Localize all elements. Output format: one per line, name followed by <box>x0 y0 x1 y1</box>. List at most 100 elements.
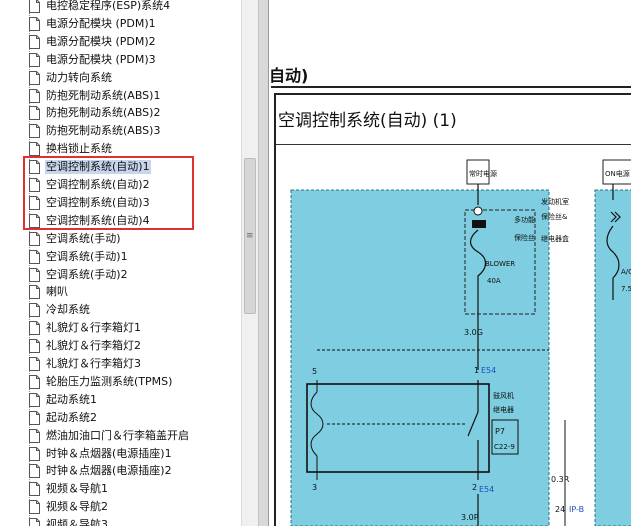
tree-item-label: 防抱死制动系统(ABS)3 <box>46 124 161 138</box>
on-power-region <box>594 189 631 526</box>
blower-fuse-amp: 40A <box>487 277 501 285</box>
document-icon <box>29 70 40 85</box>
tree-item-label: 喇叭 <box>46 285 68 299</box>
tree-item[interactable]: 视频＆导航3 <box>0 516 241 526</box>
tree-item[interactable]: 视频＆导航2 <box>0 498 241 516</box>
document-icon <box>29 0 40 13</box>
document-icon <box>29 518 40 526</box>
tree-item-label: 电控稳定程序(ESP)系统4 <box>46 0 171 12</box>
relay-name-1: 鼓风机 <box>493 391 514 400</box>
tree-item[interactable]: 时钟＆点烟器(电源插座)1 <box>0 445 241 463</box>
fuse-terminal <box>472 220 486 228</box>
document-icon <box>29 285 40 300</box>
tree-item-label: 电源分配模块 (PDM)3 <box>46 52 156 66</box>
document-icon <box>29 446 40 461</box>
document-icon <box>29 339 40 354</box>
document-icon <box>29 500 40 515</box>
tree-item-label: 时钟＆点烟器(电源插座)2 <box>46 464 172 478</box>
document-icon <box>29 482 40 497</box>
tree-item[interactable]: 空调系统(手动)2 <box>0 266 241 284</box>
tree-item[interactable]: 礼貌灯＆行李箱灯2 <box>0 337 241 355</box>
right-fuse-amp: 7.5 <box>621 285 631 293</box>
hot-power-region <box>290 189 550 526</box>
connector-e54-top: E54 <box>481 366 496 375</box>
relay-name-2: 继电器 <box>493 405 514 414</box>
tree-item[interactable]: 轮胎压力监测系统(TPMS) <box>0 373 241 391</box>
tree-item[interactable]: 电控稳定程序(ESP)系统4 <box>0 0 241 15</box>
tree-item[interactable]: 礼貌灯＆行李箱灯3 <box>0 355 241 373</box>
tree-item[interactable]: 动力转向系统 <box>0 69 241 87</box>
tree-item[interactable]: 电源分配模块 (PDM)3 <box>0 51 241 69</box>
tree-item[interactable]: 电源分配模块 (PDM)1 <box>0 15 241 33</box>
tree-item-label: 空调系统(手动)2 <box>46 267 128 281</box>
fuse-note-1: 多功能 <box>514 215 535 224</box>
on-power-label: ON电源 <box>605 169 630 178</box>
tree-item-label: 电源分配模块 (PDM)1 <box>46 16 156 30</box>
document-icon <box>29 464 40 479</box>
connector-e54-bottom: E54 <box>479 485 494 494</box>
document-tree: 电控稳定程序(ESP)系统4 电源分配模块 (PDM)1 电源分配模块 (PDM)2… <box>0 0 241 526</box>
tree-item-label: 换档锁止系统 <box>46 142 112 156</box>
relay-box-note-1: 发动机室 <box>541 197 569 206</box>
tree-item[interactable]: 防抱死制动系统(ABS)1 <box>0 87 241 105</box>
scroll-grip-icon: ≡ <box>246 231 254 241</box>
tree-item-label: 礼貌灯＆行李箱灯3 <box>46 357 141 370</box>
hot-power-label: 常时电源 <box>469 169 497 178</box>
document-icon <box>29 142 40 157</box>
fuse-note-2: 保险丝 <box>514 233 535 242</box>
document-icon <box>29 267 40 282</box>
tree-item-label: 燃油加油口门＆行李箱盖开启 <box>46 428 189 442</box>
tree-item-label: 礼貌灯＆行李箱灯2 <box>46 339 141 353</box>
document-icon <box>29 374 40 389</box>
tree-item-label: 空调系统(手动) <box>46 231 121 245</box>
tree-item-label: 视频＆导航3 <box>46 518 108 526</box>
wiring-schematic: 常时电源 ON电源 多功能 保险丝 发动机室 保险丝& 继电器盒 BLOWER … <box>290 159 631 526</box>
blower-fuse-label: BLOWER <box>485 260 515 268</box>
tree-item[interactable]: 起动系统1 <box>0 391 241 409</box>
document-viewer: 自动) 空调控制系统(自动) (1) 常时电源 ON电源 多功能 保险丝 发动机… <box>269 0 631 526</box>
tree-item[interactable]: 空调系统(手动)1 <box>0 248 241 266</box>
tree-item[interactable]: 视频＆导航1 <box>0 480 241 498</box>
document-icon <box>29 392 40 407</box>
connector-ip-b: IP-B <box>569 505 584 514</box>
document-icon <box>29 16 40 31</box>
document-icon <box>29 249 40 264</box>
pin-2-label: 2 <box>472 483 477 492</box>
tree-item[interactable]: 电源分配模块 (PDM)2 <box>0 33 241 51</box>
tree-item[interactable]: 起动系统2 <box>0 409 241 427</box>
tree-item-label: 冷却系统 <box>46 303 90 317</box>
tree-item-label: 视频＆导航1 <box>46 482 108 496</box>
relay-box-note-2: 保险丝& <box>541 212 568 221</box>
tree-item-label: 轮胎压力监测系统(TPMS) <box>46 374 173 388</box>
pin-3-label: 3 <box>312 483 317 492</box>
tree-item-label: 电源分配模块 (PDM)2 <box>46 34 156 48</box>
tree-item[interactable]: 时钟＆点烟器(电源插座)2 <box>0 462 241 480</box>
tree-item[interactable]: 喇叭 <box>0 283 241 301</box>
tree-item-label: 防抱死制动系统(ABS)2 <box>46 106 161 120</box>
tree-item[interactable]: 防抱死制动系统(ABS)3 <box>0 122 241 140</box>
annotation-highlight-box <box>23 156 194 230</box>
relay-c-code: C22-9 <box>494 443 515 451</box>
tree-item-label: 起动系统1 <box>46 392 97 406</box>
document-icon <box>29 52 40 67</box>
tree-item[interactable]: 礼貌灯＆行李箱灯1 <box>0 319 241 337</box>
document-icon <box>29 357 40 371</box>
document-icon <box>29 106 40 121</box>
tree-item[interactable]: 空调系统(手动) <box>0 230 241 248</box>
pane-splitter[interactable] <box>258 0 269 526</box>
right-fuse-label: A/C <box>621 268 631 276</box>
tree-item[interactable]: 冷却系统 <box>0 301 241 319</box>
document-icon <box>29 124 40 139</box>
relay-p-code: P7 <box>495 427 505 436</box>
tree-item[interactable]: 防抱死制动系统(ABS)2 <box>0 104 241 122</box>
wire-label-1: 3.0G <box>464 328 483 337</box>
tree-item-label: 礼貌灯＆行李箱灯1 <box>46 321 141 335</box>
tree-item[interactable]: 燃油加油口门＆行李箱盖开启 <box>0 427 241 445</box>
pin-5-label: 5 <box>312 367 317 376</box>
tree-item-label: 防抱死制动系统(ABS)1 <box>46 88 161 102</box>
document-icon <box>29 410 40 425</box>
document-icon <box>29 231 40 246</box>
tree-item-label: 时钟＆点烟器(电源插座)1 <box>46 446 172 460</box>
pin-24-label: 24 <box>555 505 565 514</box>
relay-box-note-3: 继电器盒 <box>541 234 569 243</box>
